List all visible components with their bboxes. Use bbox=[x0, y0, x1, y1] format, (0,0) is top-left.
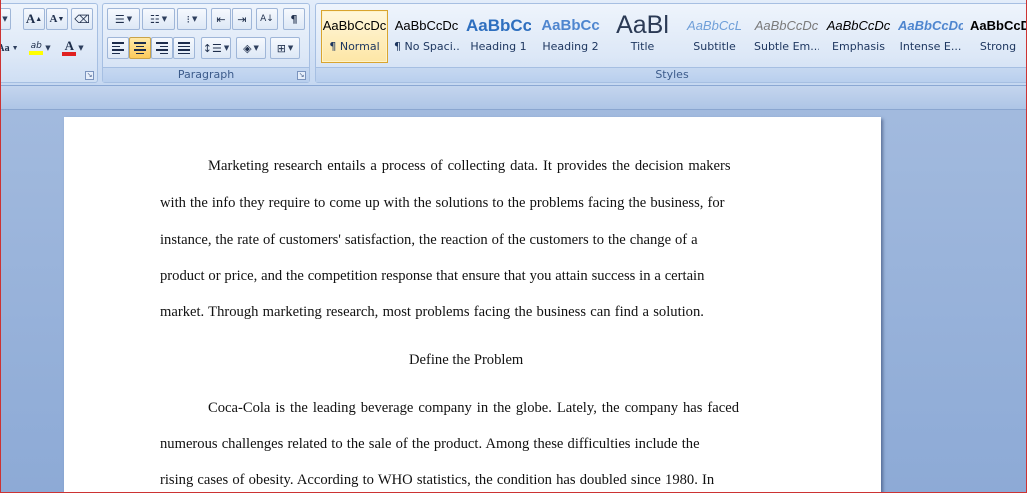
style-no-spacing[interactable]: AaBbCcDc ¶ No Spaci... bbox=[393, 10, 460, 63]
change-case-button[interactable]: Aa ▼ bbox=[0, 37, 19, 59]
decrease-indent-icon: ⇤ bbox=[216, 12, 226, 26]
styles-group-label: Styles bbox=[316, 67, 1027, 82]
paragraph-line: instance, the rate of customers' satisfa… bbox=[160, 232, 698, 248]
paragraph-line: Marketing research entails a process of … bbox=[208, 158, 731, 174]
shading-button[interactable]: ◈ ▼ bbox=[236, 37, 266, 59]
borders-button[interactable]: ⊞ ▼ bbox=[270, 37, 300, 59]
sort-button[interactable]: A↓ bbox=[256, 8, 278, 30]
paragraph-dialog-launcher[interactable]: ↘ bbox=[297, 71, 306, 80]
borders-icon: ⊞ bbox=[276, 41, 286, 55]
increase-indent-button[interactable]: ⇥ bbox=[232, 8, 252, 30]
align-left-button[interactable] bbox=[107, 37, 129, 59]
bullets-icon: ☰ bbox=[114, 12, 125, 26]
bullets-button[interactable]: ☰ ▼ bbox=[107, 8, 140, 30]
align-left-icon bbox=[112, 40, 124, 56]
font-dialog-launcher[interactable]: ↘ bbox=[85, 71, 94, 80]
justify-button[interactable] bbox=[173, 37, 195, 59]
font-color-button[interactable]: A ▼ bbox=[58, 37, 88, 59]
clear-formatting-button[interactable]: ⌫ bbox=[71, 8, 93, 30]
highlight-button[interactable]: ab ▼ bbox=[25, 37, 55, 59]
show-marks-button[interactable]: ¶ bbox=[283, 8, 305, 30]
justify-icon bbox=[178, 40, 190, 56]
paint-bucket-icon: ◈ bbox=[243, 41, 252, 55]
multilevel-list-button[interactable]: ⁝ ▼ bbox=[177, 8, 207, 30]
grow-font-button[interactable]: A ▲ bbox=[23, 8, 45, 30]
numbering-button[interactable]: ☷ ▼ bbox=[142, 8, 175, 30]
align-center-icon bbox=[134, 40, 146, 56]
paragraph-line: with the info they require to come up wi… bbox=[160, 195, 725, 211]
align-center-button[interactable] bbox=[129, 37, 151, 59]
style-emphasis[interactable]: AaBbCcDc Emphasis bbox=[825, 10, 892, 63]
shrink-font-button[interactable]: A ▼ bbox=[46, 8, 68, 30]
window-border-left bbox=[0, 0, 1, 493]
line-spacing-icon: ↕☰ bbox=[202, 41, 222, 55]
numbering-icon: ☷ bbox=[149, 12, 160, 26]
style-subtle-emphasis[interactable]: AaBbCcDc Subtle Em... bbox=[753, 10, 820, 63]
eraser-icon: ⌫ bbox=[74, 12, 90, 26]
font-size-dropdown[interactable]: ▼ bbox=[0, 8, 11, 30]
paragraph-line: product or price, and the competition re… bbox=[160, 268, 705, 284]
paragraph-line: Coca-Cola is the leading beverage compan… bbox=[208, 400, 740, 416]
sort-az-icon: A↓ bbox=[260, 14, 274, 24]
section-heading: Define the Problem bbox=[409, 352, 524, 368]
font-color-bar bbox=[62, 52, 77, 56]
highlight-icon: ab bbox=[30, 40, 42, 51]
pilcrow-icon: ¶ bbox=[290, 12, 298, 26]
style-normal[interactable]: AaBbCcDc ¶ Normal bbox=[321, 10, 388, 63]
paragraph-line: rising cases of obesity. According to WH… bbox=[160, 472, 715, 488]
style-title[interactable]: AaBl Title bbox=[609, 10, 676, 63]
align-right-button[interactable] bbox=[151, 37, 173, 59]
paragraph-line: market. Through marketing research, most… bbox=[160, 304, 704, 320]
increase-indent-icon: ⇥ bbox=[237, 12, 247, 26]
style-heading-1[interactable]: AaBbCc Heading 1 bbox=[465, 10, 532, 63]
ribbon: ▼ A ▲ A ▼ ⌫ Aa ▼ ab ▼ A ▼ ↘ ☰ ▼ ☷ ▼ ⁝ ▼ … bbox=[0, 0, 1027, 86]
highlight-color-bar bbox=[29, 50, 44, 55]
paragraph-line: numerous challenges related to the sale … bbox=[160, 436, 700, 452]
multilevel-list-icon: ⁝ bbox=[186, 12, 191, 26]
font-group: ▼ A ▲ A ▼ ⌫ Aa ▼ ab ▼ A ▼ ↘ bbox=[0, 3, 98, 83]
style-strong[interactable]: AaBbCcDc Strong bbox=[969, 10, 1027, 63]
paragraph-group: ☰ ▼ ☷ ▼ ⁝ ▼ ⇤ ⇥ A↓ ¶ ↕☰ ▼ ◈ ▼ ⊞ ▼ Paragr… bbox=[102, 3, 310, 83]
line-spacing-button[interactable]: ↕☰ ▼ bbox=[201, 37, 231, 59]
decrease-indent-button[interactable]: ⇤ bbox=[211, 8, 231, 30]
style-intense-emphasis[interactable]: AaBbCcDc Intense E... bbox=[897, 10, 964, 63]
ribbon-bottom-bar bbox=[0, 86, 1027, 110]
font-color-icon: A bbox=[64, 38, 74, 53]
styles-group: AaBbCcDc ¶ Normal AaBbCcDc ¶ No Spaci...… bbox=[315, 3, 1027, 83]
align-right-icon bbox=[156, 40, 168, 56]
document-page[interactable]: Marketing research entails a process of … bbox=[64, 117, 881, 493]
style-subtitle[interactable]: AaBbCcL Subtitle bbox=[681, 10, 748, 63]
style-heading-2[interactable]: AaBbCc Heading 2 bbox=[537, 10, 604, 63]
paragraph-group-label: Paragraph bbox=[103, 67, 309, 82]
